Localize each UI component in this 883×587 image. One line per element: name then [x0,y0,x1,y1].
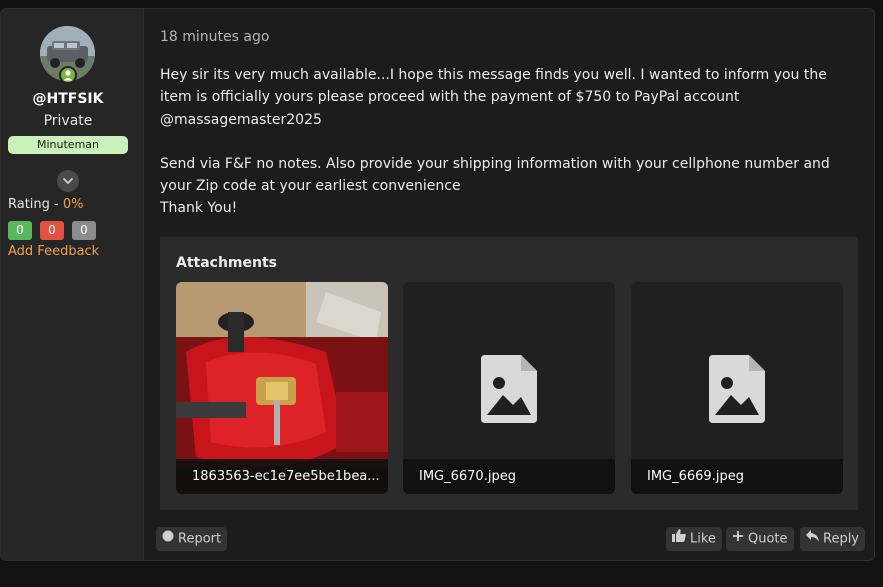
rating-label: Rating - [8,197,63,212]
post-timestamp[interactable]: 18 minutes ago [160,29,269,45]
quote-label: Quote [748,531,788,547]
message-paragraph: Thank You! [160,200,238,217]
page-bottom-strip [0,562,883,587]
attachments-panel: Attachments 1863563-ec1e7ee5be1bea... IM… [160,237,858,510]
report-icon [162,527,174,551]
online-status-icon [59,66,77,84]
username[interactable]: @HTFSIK [1,91,135,107]
rating-line: Rating - 0% [8,197,84,212]
reply-button[interactable]: Reply [800,527,866,551]
like-button[interactable]: Like [666,527,722,551]
positive-feedback-count[interactable]: 0 [8,221,32,240]
image-placeholder-icon [481,355,537,423]
plus-icon [732,527,744,551]
chevron-down-icon [63,178,73,185]
reply-label: Reply [823,531,860,547]
reply-icon [806,527,819,551]
report-button[interactable]: Report [156,527,228,551]
add-feedback-link[interactable]: Add Feedback [8,244,99,259]
attachment-filename: IMG_6669.jpeg [631,459,843,494]
report-label: Report [178,531,222,547]
like-label: Like [690,531,716,547]
quote-button[interactable]: Quote [726,527,794,551]
rating-value: 0% [62,197,84,212]
user-info-panel: @HTFSIK Private Minuteman Rating - 0% 00… [1,9,144,560]
negative-feedback-count[interactable]: 0 [40,221,64,240]
post-message: Hey sir its very much available...I hope… [160,64,860,220]
post-container: @HTFSIK Private Minuteman Rating - 0% 00… [0,8,875,561]
message-paragraph: Hey sir its very much available...I hope… [160,67,827,128]
neutral-feedback-count[interactable]: 0 [72,221,96,240]
attachment-tile[interactable]: IMG_6670.jpeg [403,282,615,494]
thumbs-up-icon [672,527,686,551]
image-placeholder-icon [709,355,765,423]
attachments-title: Attachments [176,255,278,271]
attachment-tile[interactable]: 1863563-ec1e7ee5be1bea... [176,282,388,494]
message-paragraph: Send via F&F no notes. Also provide your… [160,155,830,195]
attachment-filename: IMG_6670.jpeg [403,459,615,494]
feedback-counts: 000 [8,219,104,240]
expand-user-info-button[interactable] [57,170,79,192]
user-title: Private [43,113,93,129]
rank-badge: Minuteman [8,136,128,154]
attachment-filename: 1863563-ec1e7ee5be1bea... [176,459,388,494]
attachment-tile[interactable]: IMG_6669.jpeg [631,282,843,494]
